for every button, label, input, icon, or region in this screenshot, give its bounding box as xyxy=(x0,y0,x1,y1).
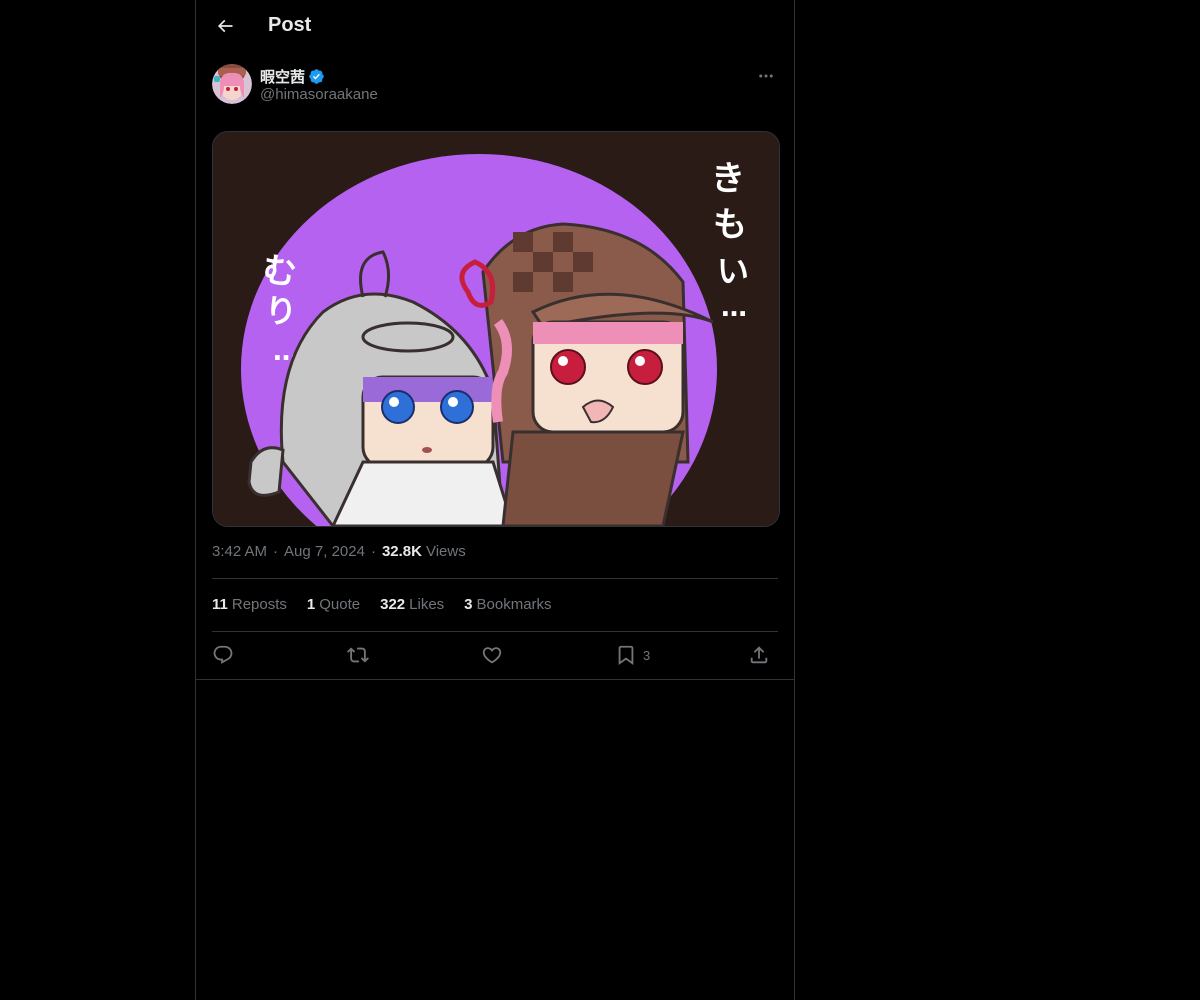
avatar-image xyxy=(212,64,252,104)
share-button[interactable] xyxy=(748,643,770,667)
quotes-stat[interactable]: 1 Quote xyxy=(307,596,360,613)
post-author: 暇空茜 @himasoraakane xyxy=(212,64,778,108)
svg-text:も: も xyxy=(713,205,747,245)
user-handle[interactable]: @himasoraakane xyxy=(260,86,378,103)
svg-text:り: り xyxy=(265,292,297,330)
post-media[interactable]: む り … き も い … xyxy=(212,131,780,527)
reposts-label: Reposts xyxy=(231,596,287,613)
verified-badge-icon xyxy=(309,69,324,84)
meta-separator-2: · xyxy=(370,543,376,560)
likes-label: Likes xyxy=(409,596,445,613)
like-button[interactable] xyxy=(481,643,503,667)
repost-button[interactable] xyxy=(347,643,369,667)
post-time[interactable]: 3:42 AM xyxy=(212,543,267,560)
post-stats: 11 Reposts 1 Quote 322 Likes 3 Bookmarks xyxy=(212,596,552,613)
post-column: Post 暇空茜 @himasoraakane む り … き も い … 3:… xyxy=(195,0,795,1000)
reposts-count: 11 xyxy=(212,596,228,613)
share-icon xyxy=(750,646,768,664)
bookmark-button[interactable]: 3 xyxy=(615,643,650,667)
quotes-count: 1 xyxy=(306,596,316,613)
post-bottom-border xyxy=(196,679,794,680)
bookmark-count: 3 xyxy=(643,647,651,663)
svg-text:…: … xyxy=(721,293,747,323)
more-options-button[interactable] xyxy=(754,64,778,88)
views-label: Views xyxy=(425,543,466,560)
avatar[interactable] xyxy=(212,64,252,104)
arrow-left-icon xyxy=(217,19,233,33)
post-date[interactable]: Aug 7, 2024 xyxy=(284,543,365,560)
reposts-stat[interactable]: 11 Reposts xyxy=(212,596,287,613)
repost-icon xyxy=(347,647,369,663)
bookmarks-count: 3 xyxy=(464,596,473,613)
svg-text:き: き xyxy=(711,159,745,199)
bookmark-icon xyxy=(618,645,634,666)
post-meta: 3:42 AM · Aug 7, 2024 · 32.8K Views xyxy=(212,543,466,560)
views-count: 32.8K xyxy=(381,543,422,560)
back-button[interactable] xyxy=(208,9,242,43)
svg-text:い: い xyxy=(717,252,749,290)
reply-icon xyxy=(213,645,233,664)
heart-icon xyxy=(482,647,502,664)
svg-text:む: む xyxy=(260,250,299,294)
display-name-row: 暇空茜 xyxy=(260,66,325,87)
bookmarks-label: Bookmarks xyxy=(476,596,552,613)
media-image: む り … き も い … xyxy=(213,132,779,526)
page-title: Post xyxy=(268,14,312,36)
bookmarks-stat[interactable]: 3 Bookmarks xyxy=(464,596,551,613)
more-dots-icon xyxy=(759,74,773,78)
likes-stat[interactable]: 322 Likes xyxy=(380,596,444,613)
divider-2 xyxy=(212,631,778,632)
reply-button[interactable] xyxy=(212,643,234,667)
header: Post xyxy=(196,0,794,53)
divider xyxy=(212,578,778,579)
post-actions: 3 xyxy=(212,643,778,669)
quotes-label: Quote xyxy=(319,596,361,613)
likes-count: 322 xyxy=(380,596,406,613)
display-name[interactable]: 暇空茜 xyxy=(260,66,305,87)
meta-separator: · xyxy=(273,543,279,560)
